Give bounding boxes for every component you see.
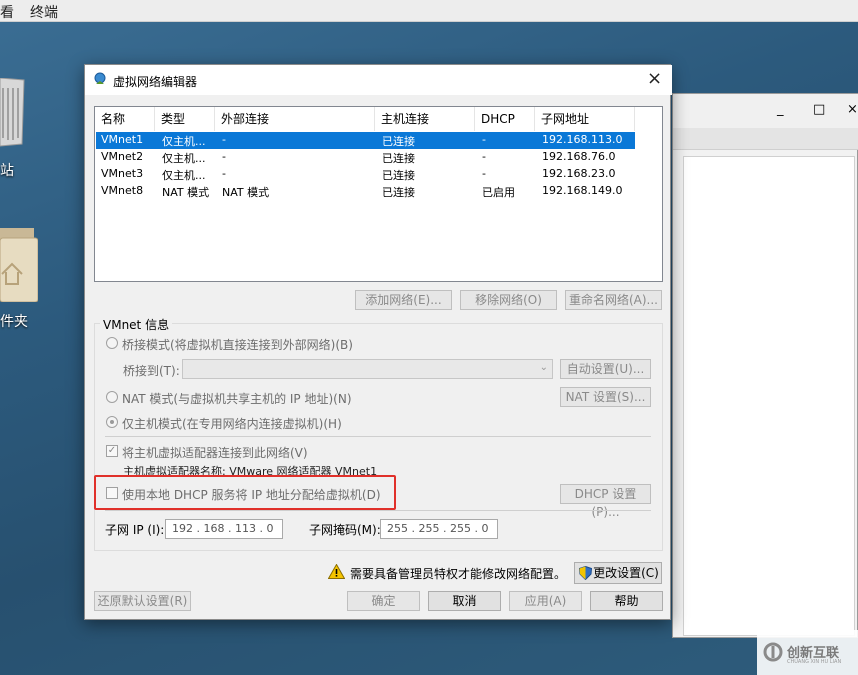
bridge-mode-radio[interactable] (106, 337, 118, 349)
cell-subnet: 192.168.23.0 (542, 167, 616, 180)
cell-dhcp: - (482, 150, 486, 163)
connect-adapter-label: 将主机虚拟适配器连接到此网络(V) (122, 446, 308, 460)
dialog-titlebar: 虚拟网络编辑器 × (85, 65, 672, 95)
cell-name: VMnet2 (101, 150, 144, 163)
column-header-subnet[interactable]: 子网地址 (535, 107, 635, 131)
cell-subnet: 192.168.149.0 (542, 184, 623, 197)
add-network-button[interactable]: 添加网络(E)... (355, 290, 452, 310)
home-folder-icon[interactable] (0, 228, 39, 303)
background-window: _ □ × (672, 93, 858, 638)
cell-external: - (222, 150, 226, 163)
cell-host: 已连接 (382, 186, 415, 199)
restore-defaults-button[interactable]: 还原默认设置(R) (94, 591, 191, 611)
cell-type: 仅主机... (162, 152, 206, 165)
apply-button[interactable]: 应用(A) (509, 591, 582, 611)
warning-icon (327, 563, 346, 579)
cell-host: 已连接 (382, 169, 415, 182)
auto-settings-button[interactable]: 自动设置(U)... (560, 359, 651, 379)
admin-notice-text: 需要具备管理员特权才能修改网络配置。 (350, 567, 567, 581)
remove-network-button[interactable]: 移除网络(O) (460, 290, 557, 310)
column-header-type[interactable]: 类型 (155, 107, 215, 131)
cell-name: VMnet1 (101, 133, 144, 146)
separator (105, 436, 651, 437)
subnet-ip-label: 子网 IP (I): (105, 523, 165, 537)
cell-dhcp: - (482, 133, 486, 146)
change-settings-label: 更改设置(C) (593, 566, 659, 580)
menu-item-view[interactable]: 看 (0, 2, 14, 22)
cell-type: 仅主机... (162, 135, 206, 148)
watermark-logo-icon (763, 642, 783, 662)
cell-name: VMnet8 (101, 184, 144, 197)
trash-icon[interactable] (0, 77, 26, 148)
rename-network-button[interactable]: 重命名网络(A)... (565, 290, 662, 310)
connect-adapter-checkbox[interactable]: ✓ (106, 445, 118, 457)
dhcp-settings-button[interactable]: DHCP 设置(P)... (560, 484, 651, 519)
cell-name: VMnet3 (101, 167, 144, 180)
separator (105, 510, 651, 511)
help-button[interactable]: 帮助 (590, 591, 663, 611)
bridge-mode-label: 桥接模式(将虚拟机直接连接到外部网络)(B) (122, 338, 353, 352)
annotation-highlight-box (94, 475, 396, 510)
maximize-button[interactable]: □ (813, 102, 825, 117)
vmnet-info-label: VMnet 信息 (100, 316, 173, 333)
cell-external: NAT 模式 (222, 186, 270, 199)
cell-subnet: 192.168.113.0 (542, 133, 623, 146)
subnet-mask-label: 子网掩码(M): (309, 523, 381, 537)
background-window-toolbar (673, 128, 858, 150)
cell-external: - (222, 133, 226, 146)
subnet-mask-input[interactable]: 255 . 255 . 255 . 0 (380, 519, 498, 539)
host-only-mode-label: 仅主机模式(在专用网络内连接虚拟机)(H) (122, 417, 342, 431)
vmnet-info-group (94, 323, 663, 551)
menu-item-terminal[interactable]: 终端 (30, 2, 58, 22)
table-row[interactable]: VMnet3 仅主机... - 已连接 - 192.168.23.0 (96, 166, 635, 183)
dialog-close-icon[interactable]: × (647, 69, 662, 89)
cell-subnet: 192.168.76.0 (542, 150, 616, 163)
top-menubar: 看 终端 (0, 0, 858, 22)
minimize-button[interactable]: _ (777, 102, 784, 117)
subnet-ip-input[interactable]: 192 . 168 . 113 . 0 (165, 519, 283, 539)
network-table: 名称 类型 外部连接 主机连接 DHCP 子网地址 VMnet1 仅主机... … (94, 106, 663, 282)
nat-mode-radio[interactable] (106, 391, 118, 403)
background-window-content (683, 156, 855, 636)
close-button[interactable]: × (847, 102, 858, 117)
column-header-external[interactable]: 外部连接 (215, 107, 375, 131)
nat-settings-button[interactable]: NAT 设置(S)... (560, 387, 651, 407)
nat-mode-label: NAT 模式(与虚拟机共享主机的 IP 地址)(N) (122, 392, 352, 406)
column-header-dhcp[interactable]: DHCP (475, 107, 535, 131)
chevron-down-icon: ⌄ (539, 362, 548, 373)
column-header-host[interactable]: 主机连接 (375, 107, 475, 131)
cancel-button[interactable]: 取消 (428, 591, 501, 611)
folder-label: 件夹 (0, 314, 28, 330)
cell-host: 已连接 (382, 135, 415, 148)
cell-type: NAT 模式 (162, 186, 210, 199)
cell-dhcp: 已启用 (482, 186, 515, 199)
table-row[interactable]: VMnet2 仅主机... - 已连接 - 192.168.76.0 (96, 149, 635, 166)
network-globe-icon (93, 72, 107, 86)
watermark: 创新互联 CHUANG XIN HU LIAN (757, 630, 858, 675)
ok-button[interactable]: 确定 (347, 591, 420, 611)
background-window-titlebar: _ □ × (673, 94, 858, 128)
cell-host: 已连接 (382, 152, 415, 165)
change-settings-button[interactable]: 更改设置(C) (574, 562, 662, 584)
shield-icon (578, 565, 593, 581)
table-row[interactable]: VMnet8 NAT 模式 NAT 模式 已连接 已启用 192.168.149… (96, 183, 635, 200)
watermark-sub: CHUANG XIN HU LIAN (787, 659, 842, 665)
virtual-network-editor-dialog: 虚拟网络编辑器 × 名称 类型 外部连接 主机连接 DHCP 子网地址 VMne… (84, 64, 672, 620)
column-header-name[interactable]: 名称 (95, 107, 155, 131)
dialog-title: 虚拟网络编辑器 (113, 75, 198, 89)
bridge-to-label: 桥接到(T): (123, 364, 180, 378)
cell-external: - (222, 167, 226, 180)
cell-dhcp: - (482, 167, 486, 180)
bridge-to-select[interactable]: ⌄ (182, 359, 553, 379)
table-row[interactable]: VMnet1 仅主机... - 已连接 - 192.168.113.0 (96, 132, 635, 149)
host-only-mode-radio[interactable] (106, 416, 118, 428)
trash-label: 站 (0, 163, 14, 179)
cell-type: 仅主机... (162, 169, 206, 182)
